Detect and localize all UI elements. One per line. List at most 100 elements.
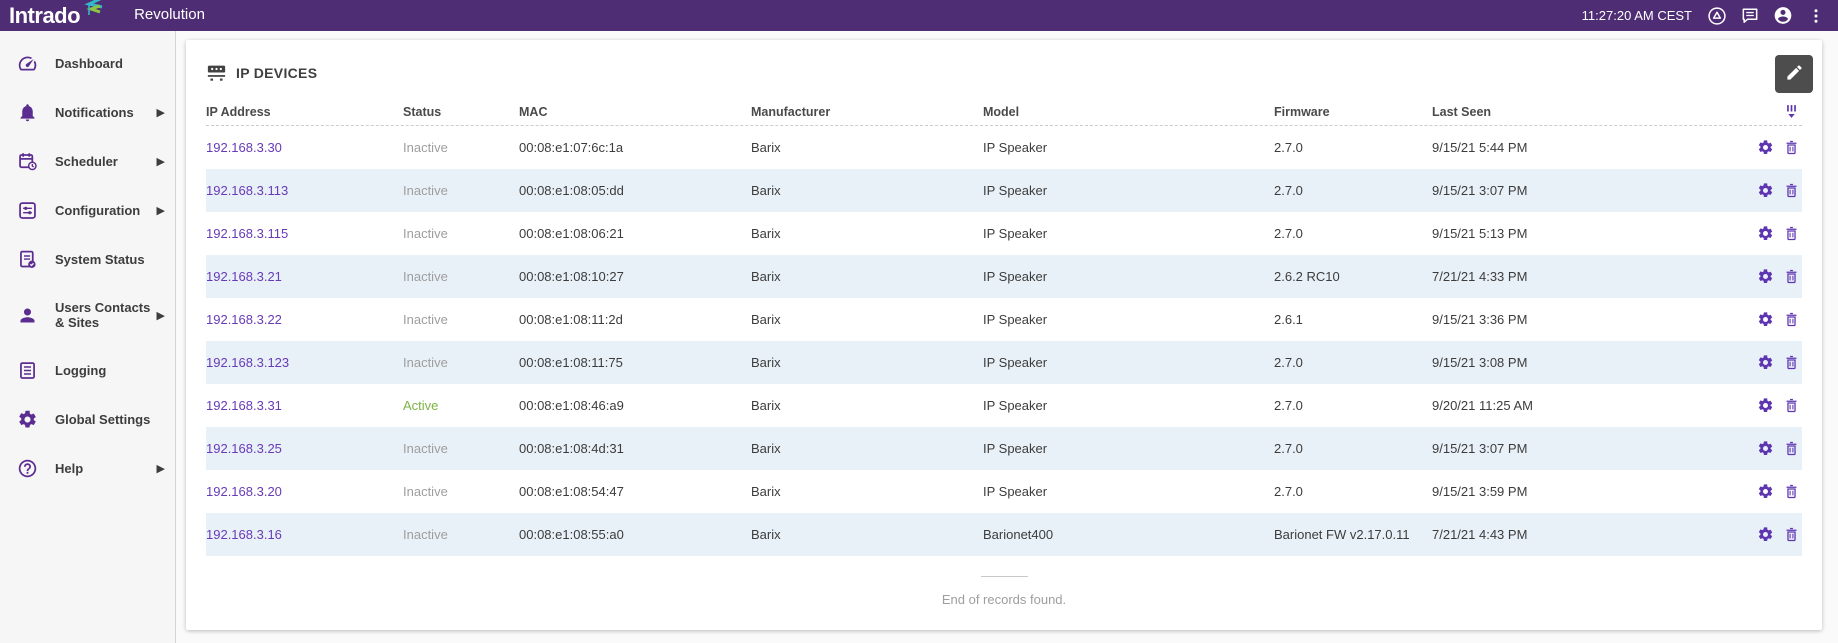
sidebar-item-label: Configuration: [55, 203, 157, 218]
device-delete-trash-icon[interactable]: [1783, 440, 1800, 457]
device-ip-link[interactable]: 192.168.3.123: [206, 355, 289, 370]
device-mac: 00:08:e1:08:10:27: [519, 269, 751, 284]
device-settings-gear-icon[interactable]: [1757, 225, 1774, 242]
alert-status-icon[interactable]: [1707, 6, 1727, 26]
device-status: Active: [403, 398, 438, 413]
sidebar-item-logging[interactable]: Logging: [0, 346, 175, 395]
sidebar-item-configuration[interactable]: Configuration ▶: [0, 186, 175, 235]
device-mac: 00:08:e1:08:55:a0: [519, 527, 751, 542]
device-mac: 00:08:e1:08:11:75: [519, 355, 751, 370]
account-icon[interactable]: [1773, 6, 1793, 26]
device-last-seen: 9/15/21 3:59 PM: [1432, 484, 1650, 499]
person-icon: [17, 305, 38, 326]
topbar: Intrado Revolution 11:27:20 AM CEST: [0, 0, 1838, 31]
device-firmware: 2.6.1: [1274, 312, 1432, 327]
chevron-right-icon: ▶: [157, 462, 165, 475]
edit-button[interactable]: [1775, 55, 1813, 93]
device-ip-link[interactable]: 192.168.3.22: [206, 312, 282, 327]
device-delete-trash-icon[interactable]: [1783, 225, 1800, 242]
device-settings-gear-icon[interactable]: [1757, 311, 1774, 328]
device-firmware: 2.7.0: [1274, 355, 1432, 370]
device-last-seen: 7/21/21 4:43 PM: [1432, 527, 1650, 542]
device-delete-trash-icon[interactable]: [1783, 311, 1800, 328]
device-ip-link[interactable]: 192.168.3.31: [206, 398, 282, 413]
table-row: 192.168.3.20 Inactive 00:08:e1:08:54:47 …: [206, 470, 1802, 513]
device-last-seen: 9/15/21 3:08 PM: [1432, 355, 1650, 370]
log-document-icon: [17, 360, 38, 381]
ip-devices-card: IP DEVICES IP Address Status MAC Manufac…: [186, 40, 1822, 630]
device-model: IP Speaker: [983, 269, 1274, 284]
device-ip-link[interactable]: 192.168.3.16: [206, 527, 282, 542]
device-manufacturer: Barix: [751, 441, 983, 456]
calendar-clock-icon: [17, 151, 38, 172]
device-settings-gear-icon[interactable]: [1757, 182, 1774, 199]
device-delete-trash-icon[interactable]: [1783, 397, 1800, 414]
device-ip-link[interactable]: 192.168.3.21: [206, 269, 282, 284]
device-status: Inactive: [403, 269, 448, 284]
device-last-seen: 9/15/21 5:44 PM: [1432, 140, 1650, 155]
table-row: 192.168.3.123 Inactive 00:08:e1:08:11:75…: [206, 341, 1802, 384]
device-settings-gear-icon[interactable]: [1757, 268, 1774, 285]
page-title: IP DEVICES: [236, 65, 317, 81]
device-firmware: 2.7.0: [1274, 484, 1432, 499]
device-last-seen: 9/15/21 3:36 PM: [1432, 312, 1650, 327]
filter-columns-icon[interactable]: [1783, 103, 1800, 120]
dragonfly-icon: [74, 0, 104, 21]
device-last-seen: 9/15/21 3:07 PM: [1432, 183, 1650, 198]
device-delete-trash-icon[interactable]: [1783, 139, 1800, 156]
sidebar-item-users-contacts-sites[interactable]: Users Contacts & Sites ▶: [0, 284, 175, 346]
device-firmware: 2.7.0: [1274, 441, 1432, 456]
device-ip-link[interactable]: 192.168.3.30: [206, 140, 282, 155]
overflow-menu-icon[interactable]: [1806, 6, 1826, 26]
sidebar-item-dashboard[interactable]: Dashboard: [0, 39, 175, 88]
sidebar-item-label: System Status: [55, 252, 157, 267]
device-delete-trash-icon[interactable]: [1783, 483, 1800, 500]
device-manufacturer: Barix: [751, 312, 983, 327]
device-delete-trash-icon[interactable]: [1783, 526, 1800, 543]
device-delete-trash-icon[interactable]: [1783, 268, 1800, 285]
device-mac: 00:08:e1:08:06:21: [519, 226, 751, 241]
table-row: 192.168.3.22 Inactive 00:08:e1:08:11:2d …: [206, 298, 1802, 341]
sidebar-item-label: Logging: [55, 363, 157, 378]
messages-icon[interactable]: [1740, 6, 1760, 26]
sidebar-item-help[interactable]: Help ▶: [0, 444, 175, 493]
sidebar-item-label: Notifications: [55, 105, 157, 120]
device-manufacturer: Barix: [751, 484, 983, 499]
device-firmware: 2.7.0: [1274, 398, 1432, 413]
device-delete-trash-icon[interactable]: [1783, 354, 1800, 371]
sidebar-item-system-status[interactable]: System Status: [0, 235, 175, 284]
device-model: Barionet400: [983, 527, 1274, 542]
column-header-ip-address: IP Address: [206, 105, 403, 119]
device-settings-gear-icon[interactable]: [1757, 440, 1774, 457]
device-settings-gear-icon[interactable]: [1757, 354, 1774, 371]
device-status: Inactive: [403, 355, 448, 370]
device-ip-link[interactable]: 192.168.3.113: [206, 183, 288, 198]
sidebar-item-notifications[interactable]: Notifications ▶: [0, 88, 175, 137]
device-delete-trash-icon[interactable]: [1783, 182, 1800, 199]
device-firmware: Barionet FW v2.17.0.11: [1274, 527, 1432, 542]
intrado-logo: Intrado: [9, 3, 110, 29]
device-manufacturer: Barix: [751, 226, 983, 241]
sidebar-item-global-settings[interactable]: Global Settings: [0, 395, 175, 444]
device-settings-gear-icon[interactable]: [1757, 526, 1774, 543]
device-model: IP Speaker: [983, 226, 1274, 241]
device-manufacturer: Barix: [751, 527, 983, 542]
device-model: IP Speaker: [983, 183, 1274, 198]
intrado-logo-text: Intrado: [9, 3, 80, 29]
sidebar: Dashboard Notifications ▶ Scheduler ▶: [0, 31, 176, 643]
sidebar-item-label: Scheduler: [55, 154, 157, 169]
device-ip-link[interactable]: 192.168.3.115: [206, 226, 288, 241]
device-settings-gear-icon[interactable]: [1757, 397, 1774, 414]
pencil-icon: [1785, 63, 1804, 85]
device-manufacturer: Barix: [751, 140, 983, 155]
device-mac: 00:08:e1:08:46:a9: [519, 398, 751, 413]
device-settings-gear-icon[interactable]: [1757, 139, 1774, 156]
sidebar-item-scheduler[interactable]: Scheduler ▶: [0, 137, 175, 186]
table-row: 192.168.3.115 Inactive 00:08:e1:08:06:21…: [206, 212, 1802, 255]
chevron-right-icon: ▶: [157, 309, 165, 322]
device-ip-link[interactable]: 192.168.3.20: [206, 484, 282, 499]
device-settings-gear-icon[interactable]: [1757, 483, 1774, 500]
device-manufacturer: Barix: [751, 269, 983, 284]
device-ip-link[interactable]: 192.168.3.25: [206, 441, 282, 456]
device-manufacturer: Barix: [751, 355, 983, 370]
